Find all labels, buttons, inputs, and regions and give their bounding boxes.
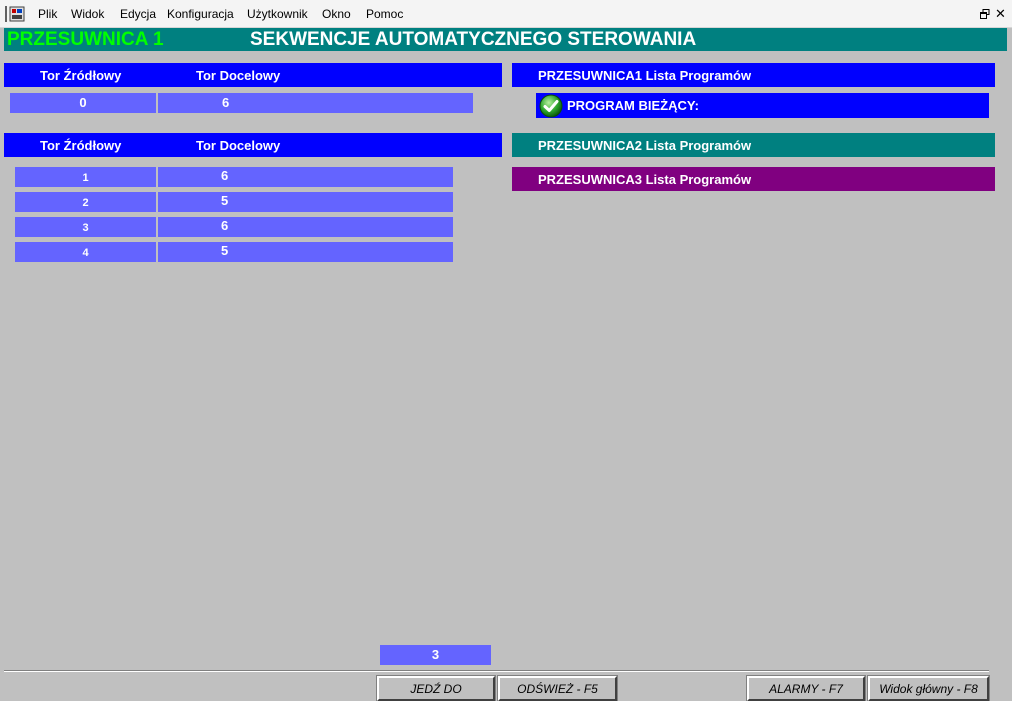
header-target-track: Tor Docelowy <box>196 138 281 153</box>
restore-icon[interactable] <box>980 9 990 19</box>
page-title: SEKWENCJE AUTOMATYCZNEGO STEROWANIA <box>250 29 697 50</box>
row-number: 1 <box>15 167 156 187</box>
row-target-track: 5 <box>158 192 453 212</box>
row-number: 2 <box>15 192 156 212</box>
main-view-button[interactable]: Widok główny - F8 <box>867 675 990 701</box>
header-source-track: Tor Źródłowy <box>40 68 122 83</box>
sequence-count: 3 <box>380 645 491 665</box>
row-number: 4 <box>15 242 156 262</box>
check-icon <box>539 94 563 118</box>
refresh-button[interactable]: ODŚWIEŻ - F5 <box>497 675 618 701</box>
row-target-track: 6 <box>158 217 453 237</box>
current-program-label: PROGRAM BIEŻĄCY: <box>567 98 699 113</box>
program-list-p3-label: PRZESUWNICA3 Lista Programów <box>538 172 752 187</box>
menu-okno[interactable]: Okno <box>322 7 351 21</box>
menu-uzytkownik[interactable]: Użytkownik <box>247 7 308 21</box>
table-row[interactable]: 2 5 <box>15 192 453 212</box>
current-program-row[interactable]: PROGRAM BIEŻĄCY: <box>536 93 989 118</box>
menu-konfiguracja[interactable]: Konfiguracja <box>167 7 234 21</box>
current-route-header: Tor Źródłowy Tor Docelowy <box>4 63 502 87</box>
app-icon[interactable] <box>5 6 25 22</box>
sequence-header: Tor Źródłowy Tor Docelowy <box>4 133 502 157</box>
header-source-track: Tor Źródłowy <box>40 138 122 153</box>
table-row[interactable]: 4 5 <box>15 242 453 262</box>
program-list-p2-label: PRZESUWNICA2 Lista Programów <box>538 138 752 153</box>
divider <box>4 670 989 672</box>
current-source-value[interactable]: 0 <box>10 93 156 113</box>
program-list-p2-header[interactable]: PRZESUWNICA2 Lista Programów <box>512 133 995 157</box>
row-target-track: 6 <box>158 167 453 187</box>
program-list-p1-header[interactable]: PRZESUWNICA1 Lista Programów <box>512 63 995 87</box>
title-bar: PRZESUWNICA 1 SEKWENCJE AUTOMATYCZNEGO S… <box>4 28 1007 51</box>
menu-edycja[interactable]: Edycja <box>120 7 156 21</box>
header-target-track: Tor Docelowy <box>196 68 281 83</box>
row-target-track: 5 <box>158 242 453 262</box>
go-to-button[interactable]: JEDŹ DO <box>376 675 496 701</box>
alarms-button[interactable]: ALARMY - F7 <box>746 675 866 701</box>
table-row[interactable]: 3 6 <box>15 217 453 237</box>
table-row[interactable]: 1 6 <box>15 167 453 187</box>
menu-bar: Plik Widok Edycja Konfiguracja Użytkowni… <box>0 0 1012 28</box>
program-list-p3-header[interactable]: PRZESUWNICA3 Lista Programów <box>512 167 995 191</box>
menu-plik[interactable]: Plik <box>38 7 57 21</box>
station-title: PRZESUWNICA 1 <box>7 29 164 50</box>
program-list-p1-label: PRZESUWNICA1 Lista Programów <box>538 68 752 83</box>
current-target-value[interactable]: 6 <box>158 93 473 113</box>
menu-widok[interactable]: Widok <box>71 7 104 21</box>
row-number: 3 <box>15 217 156 237</box>
menu-pomoc[interactable]: Pomoc <box>366 7 403 21</box>
close-icon[interactable]: ✕ <box>995 7 1006 20</box>
